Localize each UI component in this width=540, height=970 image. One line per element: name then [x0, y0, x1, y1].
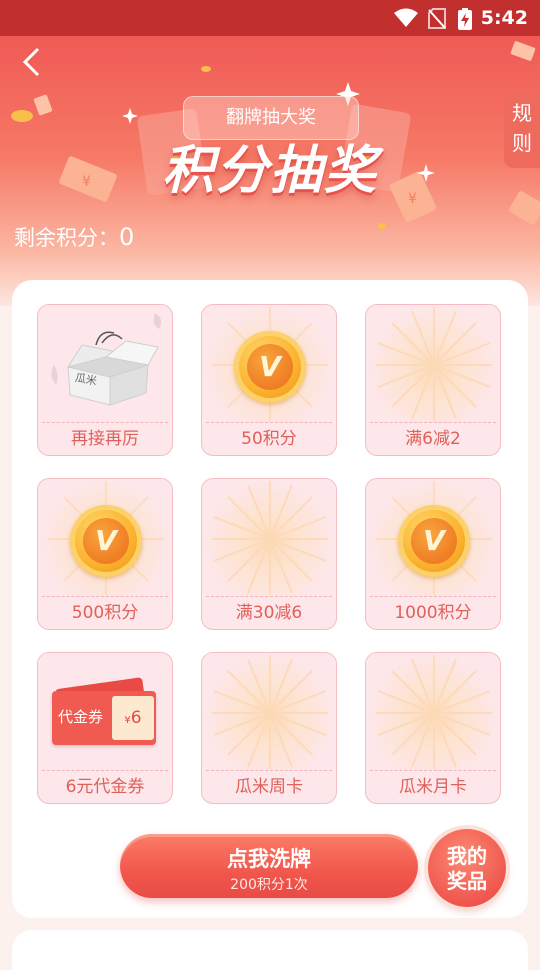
- no-sim-icon: [428, 8, 446, 29]
- remaining-points: 剩余积分：0: [14, 222, 134, 252]
- voucher-ticket-icon: 代金券 ¥6: [52, 691, 156, 745]
- prize-card[interactable]: 满6减2: [365, 304, 501, 456]
- voucher-amount-box: ¥6: [112, 696, 154, 740]
- card-art: [202, 653, 336, 771]
- prize-card[interactable]: 瓜米 再接再厉: [37, 304, 173, 456]
- prize-label: 瓜米月卡: [399, 777, 467, 797]
- prize-card[interactable]: V 50积分: [201, 304, 337, 456]
- empty-box-icon: [51, 313, 162, 406]
- page-title: 积分抽奖: [161, 141, 378, 201]
- card-divider: [206, 770, 332, 771]
- status-bar: 5:42: [0, 0, 540, 36]
- card-art: [366, 653, 500, 771]
- card-divider: [370, 422, 496, 423]
- v-coin-icon: V: [398, 505, 470, 577]
- card-art: [366, 305, 500, 423]
- sunburst-icon: [212, 655, 328, 769]
- prize-card[interactable]: 瓜米周卡: [201, 652, 337, 804]
- shuffle-button[interactable]: 点我洗牌 200积分1次: [120, 834, 418, 898]
- card-art: 瓜米: [38, 305, 172, 423]
- prize-label: 1000积分: [394, 603, 472, 623]
- sunburst-icon: [376, 307, 492, 421]
- card-art: 代金券 ¥6: [38, 653, 172, 771]
- coin-letter: V: [83, 518, 129, 564]
- rules-label-1: 规: [512, 101, 532, 125]
- hero-banner: ¥ ¥ 翻牌抽大奖 积分抽奖 规 则 剩余积分：0: [0, 36, 540, 306]
- v-coin-icon: V: [70, 505, 142, 577]
- rules-button[interactable]: 规 则: [504, 94, 540, 168]
- voucher-text: 代金券: [58, 708, 104, 726]
- card-divider: [42, 770, 168, 771]
- sunburst-icon: [376, 655, 492, 769]
- prize-label: 6元代金券: [65, 777, 145, 797]
- prize-label: 满30减6: [235, 603, 303, 623]
- card-art: [202, 479, 336, 597]
- prize-label: 500积分: [71, 603, 139, 623]
- card-art: V: [38, 479, 172, 597]
- back-arrow-icon[interactable]: [20, 46, 44, 78]
- v-coin-icon: V: [234, 331, 306, 403]
- card-divider: [42, 596, 168, 597]
- subtitle-text: 翻牌抽大奖: [226, 107, 316, 128]
- card-divider: [370, 596, 496, 597]
- my-prizes-button[interactable]: 我的 奖品: [428, 829, 506, 907]
- prize-label: 瓜米周卡: [235, 777, 303, 797]
- sunburst-icon: [212, 481, 328, 595]
- prize-label: 满6减2: [405, 429, 461, 449]
- svg-text:¥: ¥: [408, 191, 417, 207]
- card-art: V: [366, 479, 500, 597]
- card-divider: [206, 422, 332, 423]
- bottom-section: [12, 930, 528, 970]
- wifi-icon: [394, 8, 418, 27]
- coin-letter: V: [411, 518, 457, 564]
- prize-card[interactable]: 满30减6: [201, 478, 337, 630]
- prize-card[interactable]: V 1000积分: [365, 478, 501, 630]
- card-divider: [370, 770, 496, 771]
- card-divider: [42, 422, 168, 423]
- coin-letter: V: [247, 344, 293, 390]
- prize-card[interactable]: 瓜米月卡: [365, 652, 501, 804]
- my-prizes-label-1: 我的: [447, 844, 487, 868]
- status-time: 5:42: [480, 7, 528, 29]
- shuffle-label: 点我洗牌: [227, 847, 311, 871]
- points-label: 剩余积分：: [14, 226, 119, 250]
- battery-charging-icon: [458, 8, 472, 30]
- prize-card[interactable]: V 500积分: [37, 478, 173, 630]
- prize-grid-panel: 瓜米 再接再厉 V 50积分 满6减2 V 500积分 满30减6 V 1000…: [12, 280, 528, 918]
- my-prizes-label-2: 奖品: [447, 869, 487, 893]
- svg-text:¥: ¥: [82, 174, 91, 190]
- shuffle-cost: 200积分1次: [230, 877, 308, 893]
- prize-label: 再接再厉: [71, 429, 139, 449]
- prize-label: 50积分: [241, 429, 297, 449]
- prize-card[interactable]: 代金券 ¥6 6元代金券: [37, 652, 173, 804]
- points-value: 0: [119, 223, 135, 251]
- rules-label-2: 则: [512, 131, 532, 155]
- card-art: V: [202, 305, 336, 423]
- voucher-amount: 6: [130, 708, 142, 728]
- card-divider: [206, 596, 332, 597]
